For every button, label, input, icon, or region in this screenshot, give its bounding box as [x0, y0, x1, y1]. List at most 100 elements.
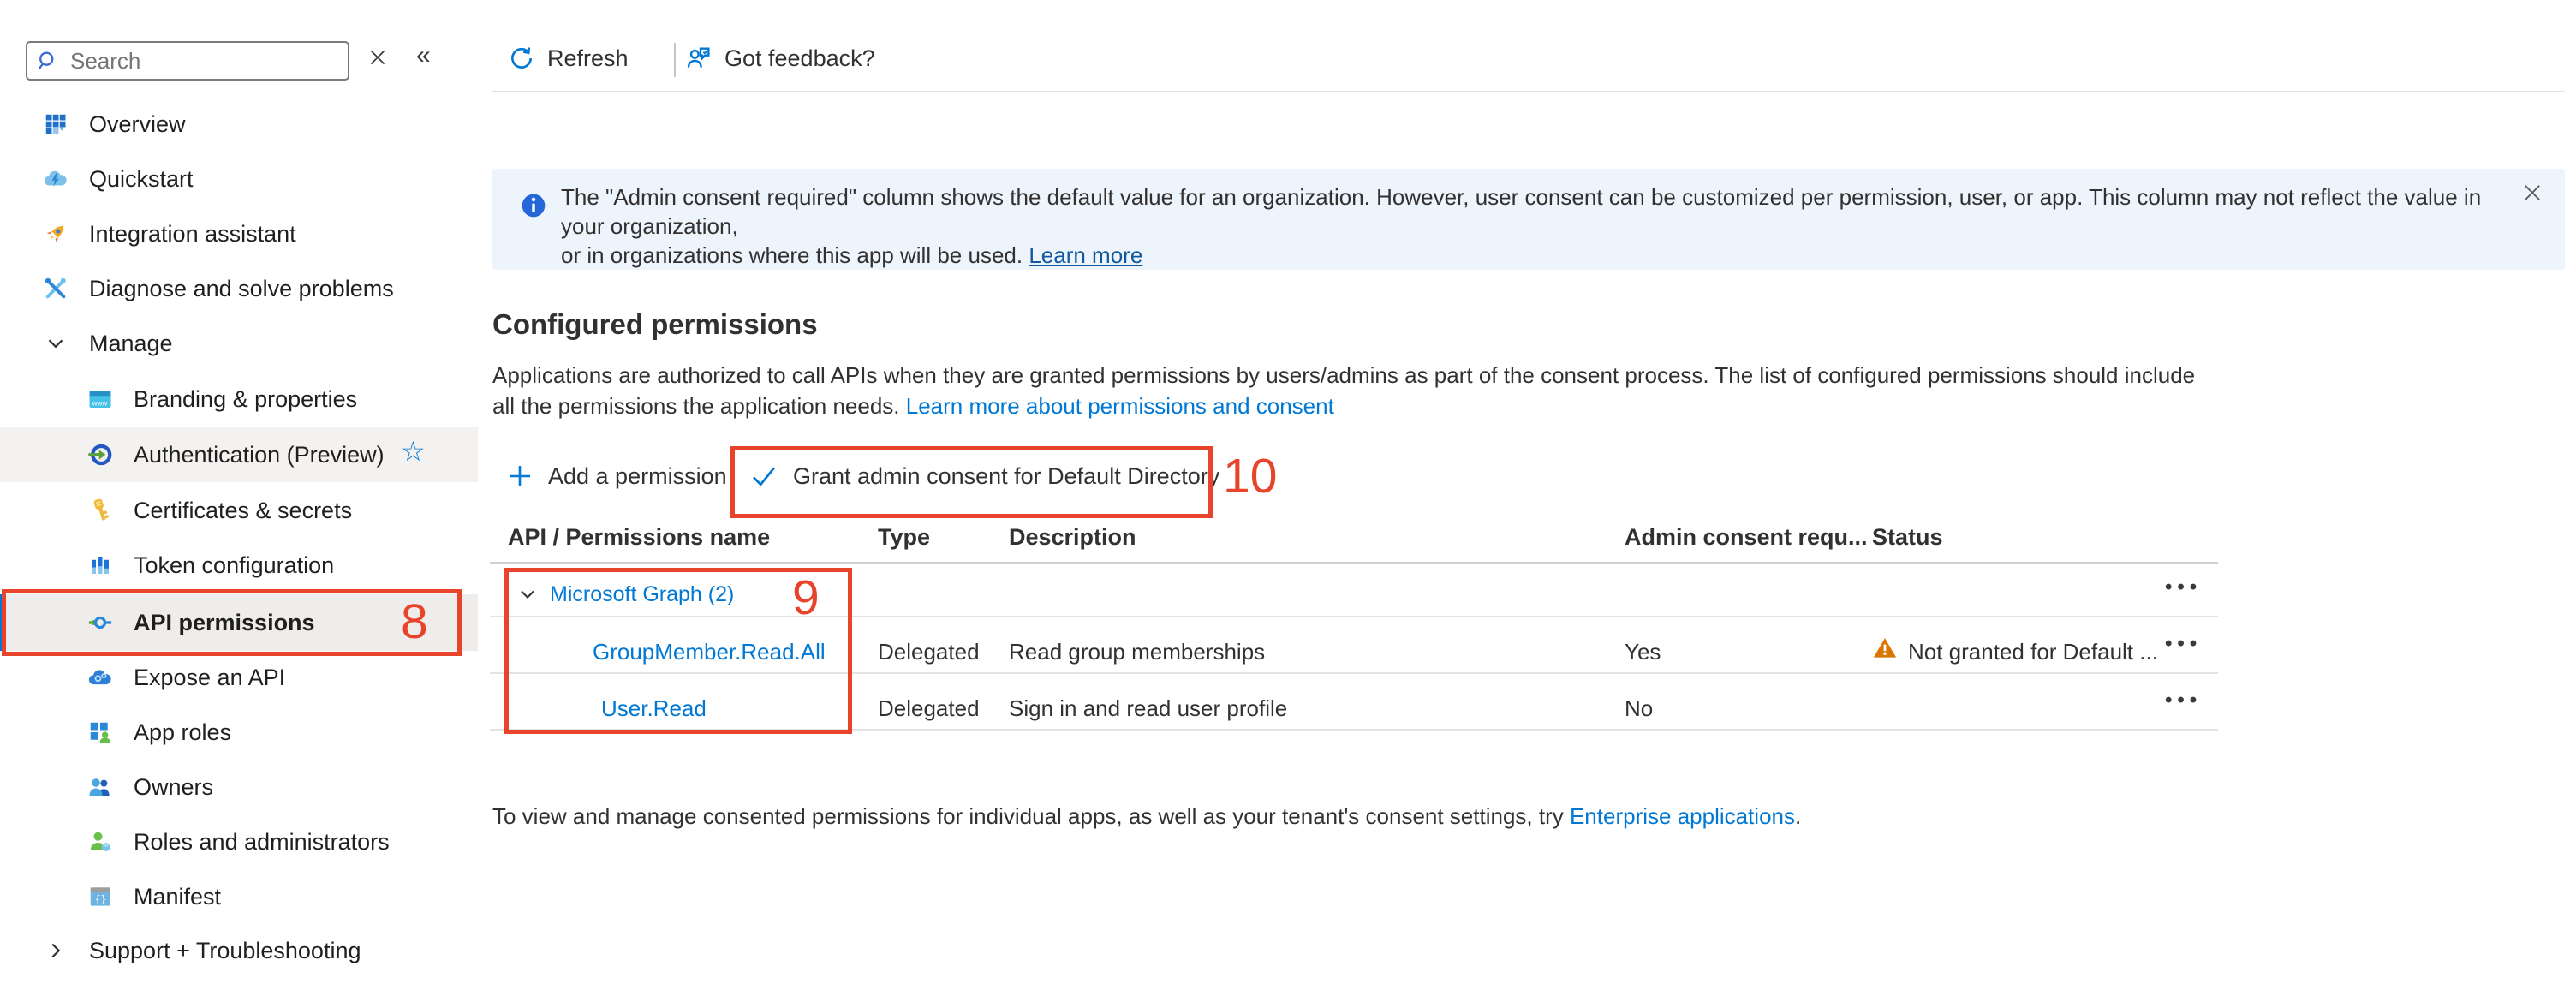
sidebar-item-label: Diagnose and solve problems [89, 276, 394, 302]
sidebar-item-label: Token configuration [134, 552, 334, 579]
clear-search-icon[interactable] [367, 46, 389, 75]
row-menu-button[interactable]: ••• [2165, 632, 2202, 656]
info-banner: The "Admin consent required" column show… [492, 169, 2565, 270]
refresh-icon [508, 45, 535, 72]
sidebar-item-label: API permissions [134, 610, 315, 636]
search-icon [36, 49, 60, 73]
sidebar-item-label: Owners [134, 774, 213, 801]
permissions-consent-link[interactable]: Learn more about permissions and consent [906, 393, 1334, 419]
search-input[interactable] [69, 47, 339, 75]
banner-line2: or in organizations where this app will … [561, 242, 1023, 268]
sidebar-item-manifest[interactable]: {} Manifest [0, 869, 478, 924]
sidebar-item-label: Quickstart [89, 166, 194, 193]
description-line2: all the permissions the application need… [492, 393, 900, 419]
banner-text: The "Admin consent required" column show… [561, 182, 2505, 270]
col-header-admin-consent: Admin consent requ... [1625, 524, 1868, 551]
row-menu-button[interactable]: ••• [2165, 689, 2202, 713]
sidebar-item-overview[interactable]: Overview [0, 97, 478, 152]
page-title: Configured permissions [492, 308, 818, 341]
sidebar-section-label: Manage [89, 331, 173, 357]
col-header-status: Status [1872, 524, 1943, 551]
footer-note: To view and manage consented permissions… [492, 803, 1801, 830]
grant-admin-consent-button[interactable]: Grant admin consent for Default Director… [748, 454, 1219, 498]
sidebar-item-owners[interactable]: Owners [0, 760, 478, 814]
quickstart-icon [41, 164, 70, 194]
app-roles-icon [86, 718, 115, 747]
annotation-step-10: 10 [1223, 452, 1277, 501]
chevron-right-icon [41, 936, 70, 965]
table-row-rule [490, 729, 2218, 731]
manifest-icon: {} [86, 882, 115, 911]
admin-consent-value: No [1625, 695, 1653, 722]
sidebar-item-label: App roles [134, 719, 231, 746]
feedback-label: Got feedback? [724, 45, 875, 72]
svg-text:{}: {} [95, 894, 107, 905]
sidebar-item-label: Authentication (Preview) [134, 442, 385, 468]
close-icon[interactable] [2520, 181, 2544, 205]
sidebar-item-integration-assistant[interactable]: Integration assistant [0, 206, 478, 261]
sidebar-item-quickstart[interactable]: Quickstart [0, 152, 478, 206]
svg-text:www: www [92, 400, 108, 408]
owners-icon [86, 772, 115, 802]
roles-admins-icon [86, 827, 115, 856]
admin-consent-value: Yes [1625, 639, 1661, 665]
col-header-description: Description [1009, 524, 1136, 551]
refresh-button[interactable]: Refresh [508, 45, 629, 72]
plus-icon [505, 462, 534, 491]
sidebar-item-expose-api[interactable]: Expose an API [0, 650, 478, 705]
feedback-icon [685, 45, 713, 72]
info-icon [520, 192, 547, 224]
tools-icon [41, 274, 70, 303]
permission-row-link[interactable]: GroupMember.Read.All [593, 639, 826, 665]
branding-icon: www [86, 385, 115, 414]
expand-chevron-icon[interactable] [516, 582, 540, 611]
sidebar-item-label: Expose an API [134, 665, 285, 691]
key-icon [86, 496, 115, 525]
table-header-rule [490, 562, 2218, 564]
sidebar-section-support[interactable]: Support + Troubleshooting [0, 923, 478, 978]
toolbar-divider [674, 43, 676, 77]
warning-icon [1872, 635, 1898, 665]
token-bars-icon [86, 551, 115, 580]
feedback-button[interactable]: Got feedback? [685, 45, 875, 72]
table-row-rule [490, 616, 2218, 617]
sidebar-item-certificates[interactable]: Certificates & secrets [0, 483, 478, 538]
sidebar-section-manage[interactable]: Manage [0, 316, 478, 371]
permissions-description: Applications are authorized to call APIs… [492, 360, 2195, 421]
sidebar-item-token-configuration[interactable]: Token configuration [0, 538, 478, 593]
sidebar-item-branding[interactable]: www Branding & properties [0, 372, 478, 426]
add-permission-label: Add a permission [548, 463, 727, 490]
row-menu-button[interactable]: ••• [2165, 576, 2202, 599]
api-permissions-page: « Overview Quickstart Integration assist… [0, 0, 2576, 990]
col-header-name: API / Permissions name [508, 524, 770, 551]
sidebar-item-label: Certificates & secrets [134, 498, 352, 524]
refresh-label: Refresh [547, 45, 629, 72]
chevron-down-icon [41, 329, 70, 358]
collapse-menu-icon[interactable]: « [416, 41, 431, 70]
sidebar-item-roles-admins[interactable]: Roles and administrators [0, 814, 478, 869]
api-row-link[interactable]: Microsoft Graph (2) [550, 582, 734, 607]
sidebar-item-authentication[interactable]: Authentication (Preview) ☆ [0, 427, 478, 482]
enterprise-applications-link[interactable]: Enterprise applications [1570, 803, 1795, 829]
footer-text: To view and manage consented permissions… [492, 803, 1570, 829]
rocket-icon [41, 219, 70, 248]
sidebar-item-app-roles[interactable]: App roles [0, 705, 478, 760]
favorite-star-icon[interactable]: ☆ [401, 438, 426, 465]
sidebar-item-label: Roles and administrators [134, 829, 390, 856]
learn-more-link[interactable]: Learn more [1029, 242, 1142, 268]
authentication-icon [86, 440, 115, 469]
api-permissions-icon [86, 608, 115, 637]
sidebar-item-api-permissions[interactable]: API permissions [0, 594, 478, 651]
permission-row-link[interactable]: User.Read [601, 695, 707, 722]
search-input-wrapper [26, 41, 349, 81]
banner-line1: The "Admin consent required" column show… [561, 184, 2481, 239]
permission-type: Delegated [878, 695, 980, 722]
sidebar-item-diagnose[interactable]: Diagnose and solve problems [0, 261, 478, 316]
overview-icon [41, 110, 70, 139]
sidebar-item-label: Integration assistant [89, 221, 296, 248]
description-line1: Applications are authorized to call APIs… [492, 360, 2195, 391]
table-row-rule [490, 672, 2218, 674]
sidebar-item-label: Manifest [134, 884, 221, 910]
add-permission-button[interactable]: Add a permission [505, 454, 727, 498]
status-text: Not granted for Default ... [1908, 639, 2158, 665]
